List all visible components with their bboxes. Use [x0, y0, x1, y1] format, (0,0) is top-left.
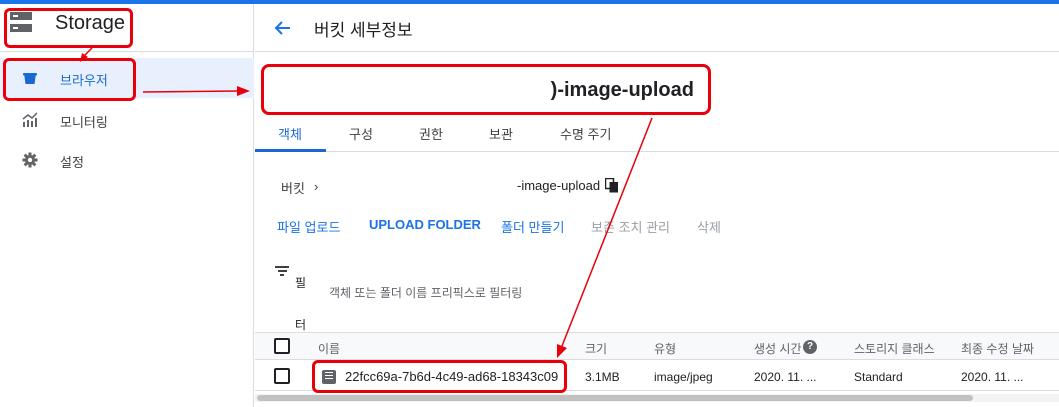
tab-retention[interactable]: 보관: [489, 124, 513, 143]
page-header: 버킷 세부정보: [255, 4, 1059, 52]
tab-objects[interactable]: 객체: [278, 124, 302, 143]
chevron-right-icon: ›: [314, 179, 319, 194]
file-modified: 2020. 11. ...: [961, 370, 1024, 384]
delete-button[interactable]: 삭제: [697, 217, 721, 236]
breadcrumb-bucket: -image-upload: [517, 178, 601, 193]
help-icon[interactable]: ?: [803, 340, 817, 354]
tab-permissions[interactable]: 권한: [419, 124, 443, 143]
column-header-name[interactable]: 이름: [318, 340, 340, 357]
scrollbar-thumb[interactable]: [257, 395, 973, 401]
column-header-storage-class[interactable]: 스토리지 클래스: [854, 340, 935, 357]
browser-highlight-box: [3, 58, 136, 101]
sidebar-title: Storage: [55, 12, 126, 34]
copy-icon[interactable]: [605, 178, 619, 193]
row-checkbox[interactable]: [274, 368, 290, 384]
tab-bar: 객체 구성 권한 보관 수명 주기: [255, 118, 1059, 152]
sidebar-item-label: 모니터링: [60, 115, 108, 130]
column-header-size[interactable]: 크기: [585, 340, 607, 357]
bucket-name-highlight-box: )-image-upload: [261, 64, 711, 115]
arrow-left-icon[interactable]: [273, 18, 293, 38]
sidebar-header: Storage: [0, 4, 254, 52]
tab-lifecycle[interactable]: 수명 주기: [560, 124, 611, 143]
main-content: 버킷 세부정보 )-image-upload 객체 구성 권한 보관 수명 주기…: [255, 4, 1059, 407]
page-title: 버킷 세부정보: [314, 21, 413, 40]
bucket-name: )-image-upload: [550, 79, 694, 101]
gear-icon: [22, 152, 38, 168]
file-size: 3.1MB: [585, 370, 620, 384]
active-tab-indicator: [255, 149, 326, 152]
storage-icon: [10, 12, 32, 34]
file-name-link[interactable]: 22fcc69a-7b6d-4c49-ad68-18343c09: [345, 369, 558, 384]
table-header: 이름 크기 유형 생성 시간 ? 스토리지 클래스 최종 수정 날짜: [255, 332, 1059, 360]
file-type: image/jpeg: [654, 370, 713, 384]
file-storage-class: Standard: [854, 370, 903, 384]
monitoring-chart-icon: [22, 112, 38, 127]
file-name-highlight-box[interactable]: 22fcc69a-7b6d-4c49-ad68-18343c09: [312, 360, 567, 393]
sidebar-item-monitoring[interactable]: 모니터링: [0, 100, 254, 140]
column-header-created[interactable]: 생성 시간: [754, 340, 802, 357]
filter-input[interactable]: 객체 또는 폴더 이름 프리픽스로 필터링: [329, 284, 522, 301]
tab-configuration[interactable]: 구성: [349, 124, 373, 143]
breadcrumb-buckets[interactable]: 버킷: [281, 178, 305, 197]
sidebar-item-label: 설정: [60, 155, 84, 170]
upload-folder-button[interactable]: UPLOAD FOLDER: [369, 217, 481, 232]
horizontal-scrollbar[interactable]: [255, 394, 1059, 402]
upload-files-button[interactable]: 파일 업로드: [277, 217, 340, 236]
sidebar-item-settings[interactable]: 설정: [0, 140, 254, 180]
filter-icon[interactable]: [275, 266, 289, 276]
file-icon: [322, 370, 336, 384]
create-folder-button[interactable]: 폴더 만들기: [501, 217, 564, 236]
column-header-modified[interactable]: 최종 수정 날짜: [961, 340, 1034, 357]
manage-holds-button[interactable]: 보존 조치 관리: [591, 217, 670, 236]
file-created: 2020. 11. ...: [754, 370, 817, 384]
select-all-checkbox[interactable]: [274, 338, 290, 354]
column-header-type[interactable]: 유형: [654, 340, 676, 357]
